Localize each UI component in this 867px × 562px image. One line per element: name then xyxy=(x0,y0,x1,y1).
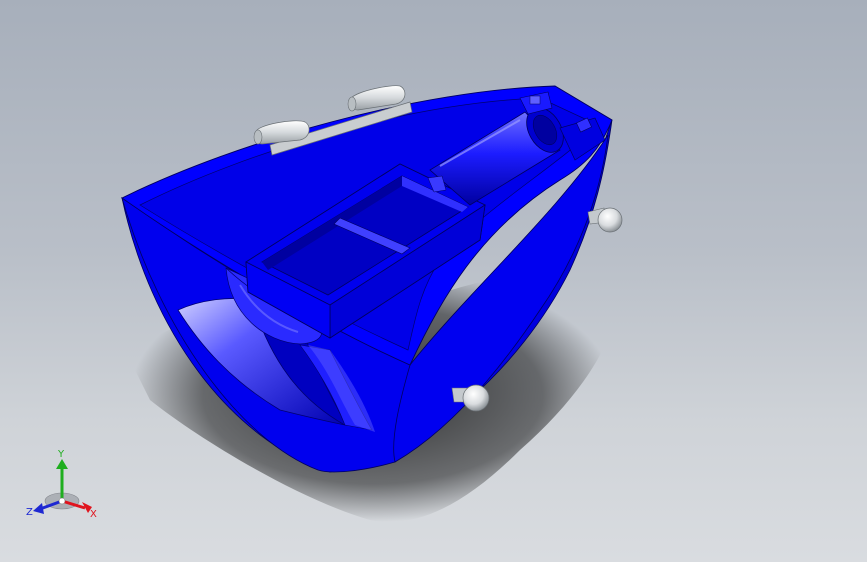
z-axis-label: Z xyxy=(26,507,33,518)
triad-graphic: Y X Z xyxy=(26,449,97,520)
coordinate-triad: Y X Z xyxy=(22,445,102,525)
y-axis-label: Y xyxy=(57,449,65,460)
3d-model-view[interactable] xyxy=(0,0,867,562)
graphics-viewport[interactable]: Y X Z xyxy=(0,0,867,562)
side-pin-upper[interactable] xyxy=(587,207,623,233)
x-axis-label: X xyxy=(90,509,97,520)
